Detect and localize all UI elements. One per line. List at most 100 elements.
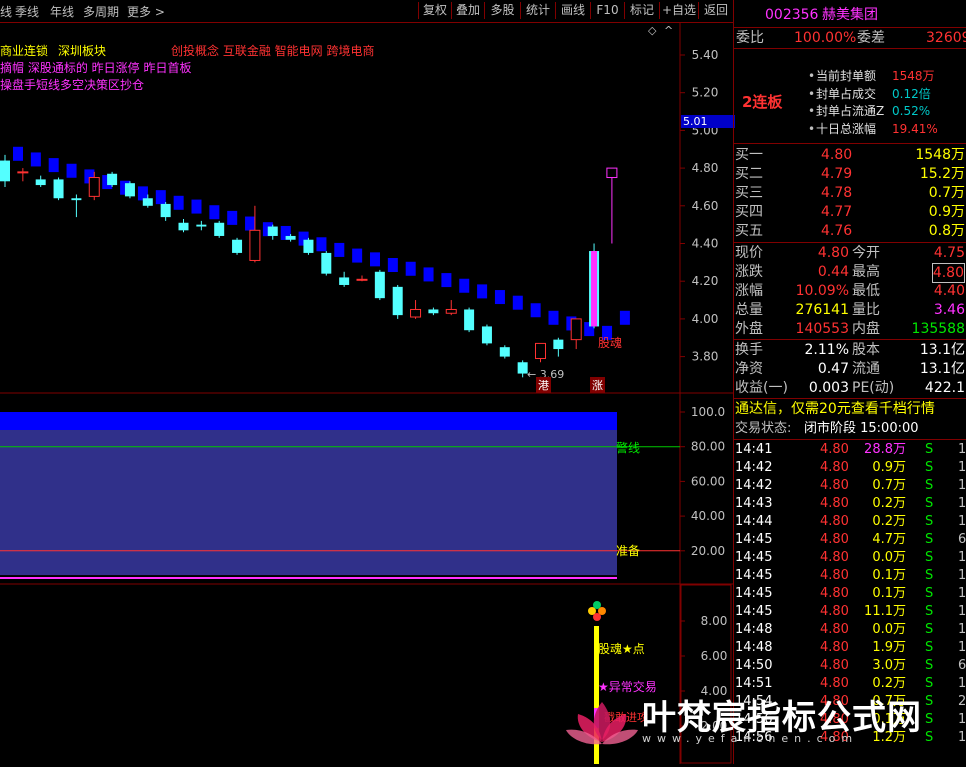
tick-row[interactable]: 14:48 4.80 0.0万 S 1 bbox=[734, 621, 966, 639]
order-book-row[interactable]: 买四 4.77 0.9万 bbox=[734, 203, 966, 221]
limit-info-row: • 当前封单额 1548万 bbox=[808, 69, 935, 83]
weibi-row: 委比 100.00% 委差 32609 bbox=[734, 29, 966, 47]
chart-area[interactable]: 5.40 5.20 5.00 4.80 4.60 4.40 4.20 4.00 3.80 100.… bbox=[0, 22, 735, 764]
tick-row[interactable]: 14:44 4.80 0.2万 S 1 bbox=[734, 513, 966, 531]
candle-body-up bbox=[445, 308, 457, 314]
candle-body-up bbox=[88, 177, 100, 197]
soul-star-label: 股魂★点 bbox=[598, 642, 645, 656]
back-button[interactable]: 返回 bbox=[698, 2, 733, 19]
tick-row[interactable]: 14:42 4.80 0.9万 S 1 bbox=[734, 459, 966, 477]
site-watermark: 叶梵宸指标公式网 www.yefanchen.com bbox=[560, 690, 966, 764]
tick-row[interactable]: 14:45 4.80 11.1万 S 1 bbox=[734, 603, 966, 621]
concept-tag-3: 创投概念 互联金融 智能电网 跨境电商 bbox=[171, 44, 375, 58]
prepare-line-label: 准备 bbox=[616, 544, 641, 558]
cloud-block bbox=[66, 163, 77, 178]
chevron-up-icon[interactable]: ^ bbox=[664, 24, 673, 37]
quote-row: 外盘 140553 内盘 135588 bbox=[735, 321, 965, 337]
candle-body-up bbox=[249, 229, 261, 261]
candle-body-down bbox=[53, 179, 64, 199]
add-watchlist-button[interactable]: +自选 bbox=[659, 2, 698, 19]
quote-row: 涨幅 10.09% 最低 4.40 bbox=[735, 283, 965, 299]
cloud-block bbox=[530, 303, 541, 318]
cloud-block bbox=[191, 199, 202, 214]
cloud-block bbox=[405, 261, 416, 276]
period-line-tab[interactable]: 线 bbox=[0, 3, 12, 20]
cloud-block bbox=[209, 205, 220, 220]
fundamental-row: 净资 0.47 流通 13.1亿 bbox=[735, 361, 965, 377]
tick-row[interactable]: 14:45 4.80 4.7万 S 6 bbox=[734, 531, 966, 549]
candle-body-down bbox=[107, 173, 118, 186]
price-tick-label: 5.40 bbox=[692, 48, 719, 62]
fundamental-row: 收益(一) 0.003 PE(动) 422.1 bbox=[735, 380, 965, 396]
tick-row[interactable]: 14:43 4.80 0.2万 S 1 bbox=[734, 495, 966, 513]
draw-line-button[interactable]: 画线 bbox=[555, 2, 590, 19]
multi-period-tab[interactable]: 多周期 bbox=[83, 3, 119, 20]
candle-body-up bbox=[410, 308, 422, 318]
stats-button[interactable]: 统计 bbox=[520, 2, 555, 19]
candle-body-down bbox=[339, 277, 350, 285]
order-book-row[interactable]: 买一 4.80 1548万 bbox=[734, 146, 966, 164]
price-tick-label: 5.20 bbox=[692, 86, 719, 100]
cloud-block bbox=[441, 273, 452, 288]
bullet-icon: • bbox=[808, 69, 816, 83]
strategy-label: 操盘手短线多空决策区抄仓 bbox=[0, 78, 145, 92]
candle-body-up bbox=[17, 171, 29, 174]
cloud-block bbox=[173, 195, 184, 210]
candle-body-down bbox=[267, 226, 278, 236]
multi-stock-button[interactable]: 多股 bbox=[484, 2, 520, 19]
lotus-logo-icon bbox=[566, 702, 638, 745]
tick-row[interactable]: 14:45 4.80 0.1万 S 1 bbox=[734, 585, 966, 603]
candle-body-down bbox=[374, 271, 385, 299]
more-menu[interactable]: 更多 > bbox=[127, 3, 165, 20]
quote-row: 涨跌 0.44 最高 4.80 bbox=[735, 263, 965, 283]
cloud-block bbox=[494, 290, 505, 305]
fundamental-row: 换手 2.11% 股本 13.1亿 bbox=[735, 342, 965, 358]
ind1-tick-label: 40.00 bbox=[691, 509, 725, 523]
cloud-block bbox=[334, 242, 345, 257]
candle-body-down bbox=[303, 239, 314, 253]
tick-row[interactable]: 14:48 4.80 1.9万 S 1 bbox=[734, 639, 966, 657]
cloud-block bbox=[619, 310, 630, 325]
candle-body-down bbox=[499, 347, 510, 357]
price-tick-label: 4.00 bbox=[692, 312, 719, 326]
order-book-row[interactable]: 买二 4.79 15.2万 bbox=[734, 165, 966, 183]
chart-toolbar: 线 季线 年线 多周期 更多 > 复权 叠加 多股 统计 画线 F10 标记 +… bbox=[0, 0, 733, 23]
promo-link[interactable]: 通达信，仅需20元查看千档行情 bbox=[734, 400, 966, 418]
concept-tag-1: 商业连锁 bbox=[0, 44, 49, 58]
mark-button[interactable]: 标记 bbox=[624, 2, 659, 19]
period-year-tab[interactable]: 年线 bbox=[50, 3, 74, 20]
cloud-block bbox=[423, 267, 434, 282]
candle-body-down bbox=[428, 309, 439, 314]
stock-code: 002356 bbox=[765, 7, 819, 23]
balloon-icon bbox=[593, 613, 601, 621]
cloud-block bbox=[155, 190, 166, 205]
tick-row[interactable]: 14:50 4.80 3.0万 S 6 bbox=[734, 657, 966, 675]
quote-row: 总量 276141 量比 3.46 bbox=[735, 302, 965, 318]
warning-line-label: 警线 bbox=[616, 441, 641, 455]
candle-body-down bbox=[0, 160, 10, 182]
tick-row[interactable]: 14:42 4.80 0.7万 S 1 bbox=[734, 477, 966, 495]
ind1-tick-label: 100.0 bbox=[691, 405, 725, 419]
bullet-icon: • bbox=[808, 86, 816, 101]
overlay-button[interactable]: 叠加 bbox=[451, 2, 484, 19]
bullet-icon: • bbox=[808, 121, 816, 136]
tick-row[interactable]: 14:45 4.80 0.1万 S 1 bbox=[734, 567, 966, 585]
order-book-row[interactable]: 买五 4.76 0.8万 bbox=[734, 222, 966, 240]
fuquan-button[interactable]: 复权 bbox=[418, 2, 451, 19]
stock-name: 赫美集团 bbox=[822, 7, 878, 23]
ind2-tick-label: 6.00 bbox=[701, 649, 728, 663]
f10-button[interactable]: F10 bbox=[590, 2, 624, 19]
diamond-icon[interactable]: ◇ bbox=[648, 24, 656, 37]
candle-body-up bbox=[535, 342, 546, 359]
tick-row[interactable]: 14:45 4.80 0.0万 S 1 bbox=[734, 549, 966, 567]
order-book-row[interactable]: 买三 4.78 0.7万 bbox=[734, 184, 966, 202]
price-tick-label: 4.80 bbox=[692, 161, 719, 175]
period-quarter-tab[interactable]: 季线 bbox=[15, 3, 39, 20]
cloud-block bbox=[316, 237, 327, 252]
indicator-top-band bbox=[0, 412, 617, 430]
tick-row[interactable]: 14:41 4.80 28.8万 S 1 bbox=[734, 441, 966, 459]
balloon-icon bbox=[593, 601, 601, 609]
concept-tag-2: 深圳板块 bbox=[58, 44, 107, 58]
candle-body-up bbox=[570, 318, 582, 341]
hk-connect-tag: 港 bbox=[536, 377, 551, 393]
